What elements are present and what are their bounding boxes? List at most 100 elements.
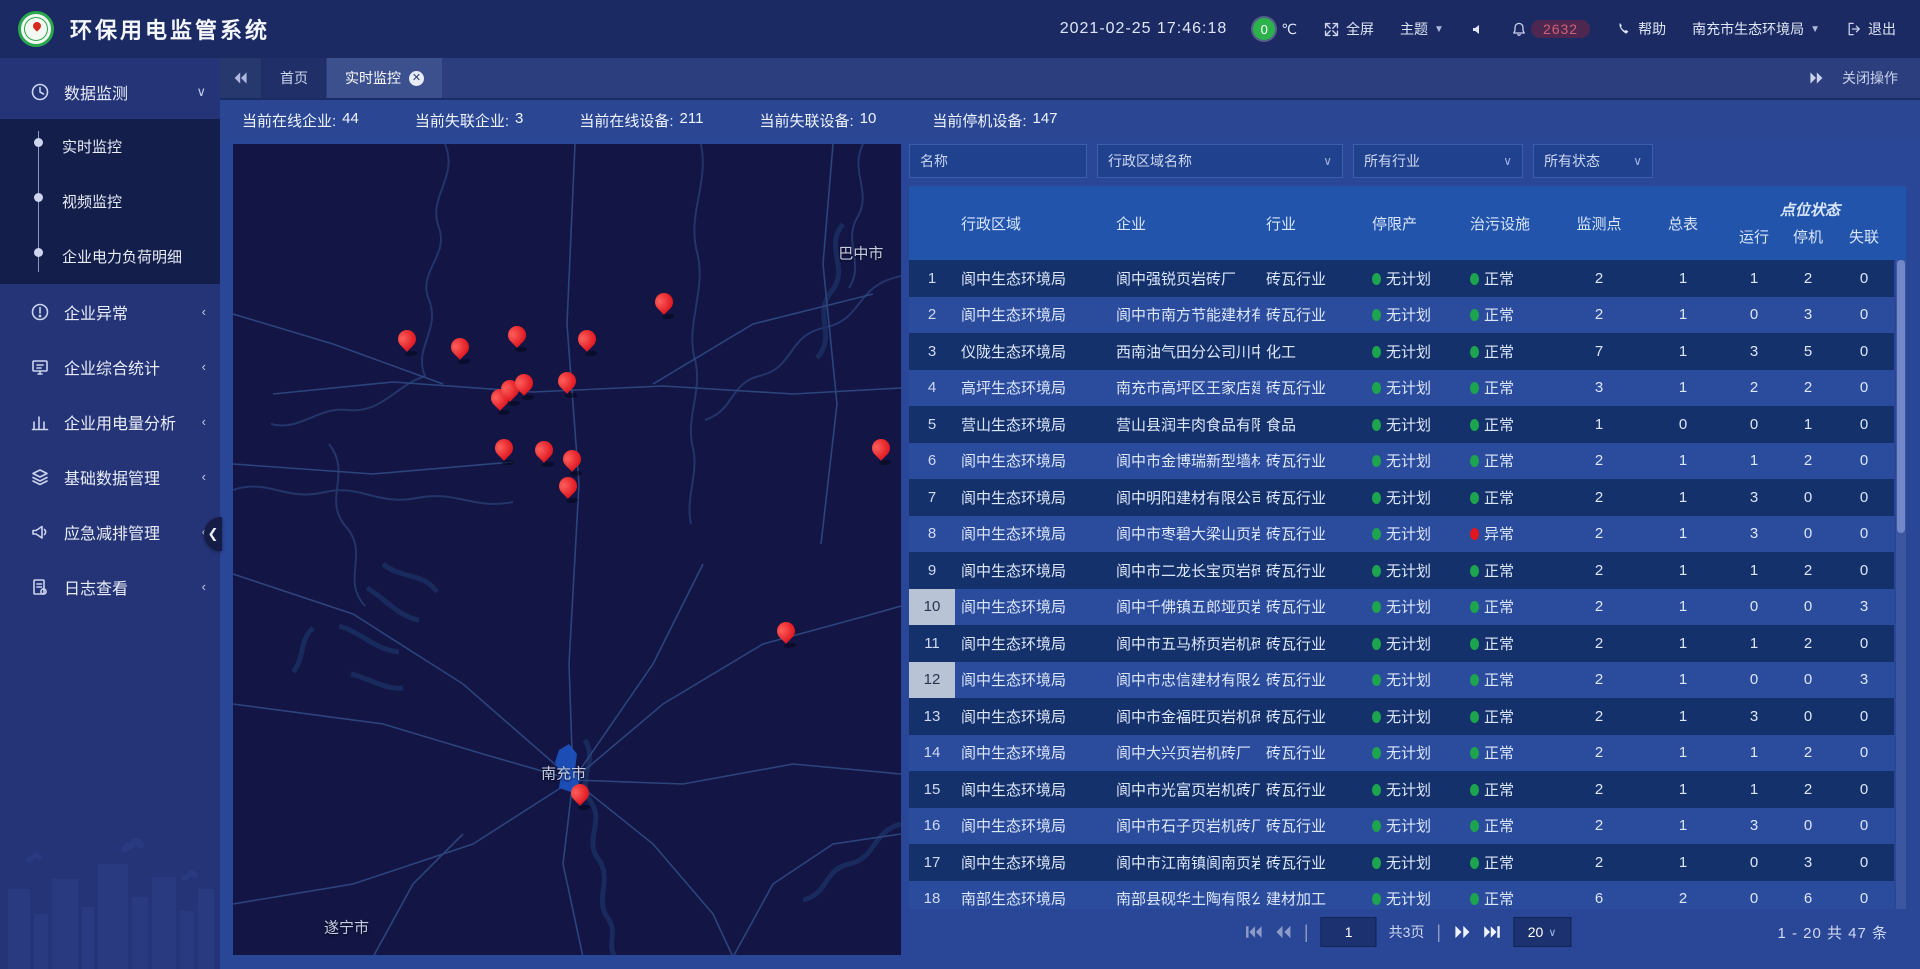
sidebar-subitem[interactable]: 企业电力负荷明细 — [0, 229, 220, 284]
table-row[interactable]: 8 阆中生态环境局 阆中市枣碧大梁山页岩 砖瓦行业 无计划 异常 2 1 3 0… — [909, 516, 1894, 553]
cell-lost-count: 0 — [1834, 708, 1894, 725]
tab-home[interactable]: 首页 — [262, 58, 327, 98]
cell-meter-count: 1 — [1640, 744, 1726, 761]
sidebar-section[interactable]: 数据监测 ∨ — [0, 64, 220, 119]
page-size-select[interactable]: 20∨ — [1513, 917, 1571, 947]
map-pin[interactable] — [533, 440, 555, 468]
map-pin[interactable] — [513, 373, 535, 401]
cell-meter-count: 1 — [1640, 817, 1726, 834]
table-row[interactable]: 10 阆中生态环境局 阆中千佛镇五郎垭页岩 砖瓦行业 无计划 正常 2 1 0 … — [909, 589, 1894, 626]
table-row[interactable]: 17 阆中生态环境局 阆中市江南镇阆南页岩 砖瓦行业 无计划 正常 2 1 0 … — [909, 844, 1894, 881]
org-dropdown[interactable]: 南充市生态环境局▼ — [1692, 19, 1820, 39]
table-row[interactable]: 16 阆中生态环境局 阆中市石子页岩机砖厂 砖瓦行业 无计划 正常 2 1 3 … — [909, 808, 1894, 845]
page-number-input[interactable] — [1321, 917, 1377, 947]
facility-status-dot — [1470, 565, 1479, 577]
map-pin[interactable] — [493, 438, 515, 466]
last-page-button[interactable] — [1483, 925, 1501, 939]
table-row[interactable]: 13 阆中生态环境局 阆中市金福旺页岩机砖 砖瓦行业 无计划 正常 2 1 3 … — [909, 698, 1894, 735]
table-row[interactable]: 12 阆中生态环境局 阆中市忠信建材有限公 砖瓦行业 无计划 正常 2 1 0 … — [909, 662, 1894, 699]
map-pin[interactable] — [561, 449, 583, 477]
status-select[interactable]: 所有状态∨ — [1533, 144, 1653, 178]
map-pin[interactable] — [576, 329, 598, 357]
cell-industry: 化工 — [1260, 341, 1366, 362]
name-search-input[interactable] — [909, 144, 1087, 178]
map-pin[interactable] — [653, 292, 675, 320]
industry-select[interactable]: 所有行业∨ — [1353, 144, 1523, 178]
prev-page-button[interactable] — [1274, 925, 1292, 939]
sidebar-section[interactable]: 企业异常 ‹ — [0, 284, 220, 339]
name-search-field[interactable] — [920, 153, 1076, 169]
stat-value: 147 — [1033, 110, 1058, 131]
cell-company: 南充市高坪区王家店建 — [1110, 377, 1260, 398]
cell-lost-count: 0 — [1834, 306, 1894, 323]
column-header-limit: 停限产 — [1366, 213, 1464, 234]
table-row[interactable]: 15 阆中生态环境局 阆中市光富页岩机砖厂 砖瓦行业 无计划 正常 2 1 1 … — [909, 771, 1894, 808]
limit-status-dot — [1372, 820, 1381, 832]
map-pin[interactable] — [396, 329, 418, 357]
table-row[interactable]: 2 阆中生态环境局 阆中市南方节能建材有 砖瓦行业 无计划 正常 2 1 0 3… — [909, 297, 1894, 334]
logout-button[interactable]: 退出 — [1846, 19, 1896, 39]
sidebar-section[interactable]: 应急减排管理 ‹ — [0, 504, 220, 559]
theme-dropdown[interactable]: 主题▼ — [1400, 19, 1444, 39]
tab-close-icon[interactable]: ✕ — [409, 71, 424, 86]
cell-meter-count: 1 — [1640, 635, 1726, 652]
table-row[interactable]: 7 阆中生态环境局 阆中明阳建材有限公司 砖瓦行业 无计划 正常 2 1 3 0… — [909, 479, 1894, 516]
fullscreen-button[interactable]: 全屏 — [1323, 19, 1374, 39]
cell-industry: 建材加工 — [1260, 888, 1366, 909]
notification-button[interactable]: 2632 — [1511, 20, 1590, 38]
cell-stopped-count: 3 — [1782, 854, 1834, 871]
close-operations-dropdown[interactable]: 关闭操作 — [1842, 68, 1898, 88]
facility-status-dot — [1470, 309, 1479, 321]
map-canvas[interactable]: 巴中市南充市遂宁市 — [233, 144, 901, 955]
cell-lost-count: 0 — [1834, 781, 1894, 798]
facility-status-dot — [1470, 528, 1479, 540]
sidebar-section[interactable]: 企业用电量分析 ‹ — [0, 394, 220, 449]
first-page-button[interactable] — [1244, 925, 1262, 939]
map-pin[interactable] — [569, 783, 591, 811]
tab-realtime-monitor[interactable]: 实时监控 ✕ — [327, 58, 442, 98]
cell-industry: 砖瓦行业 — [1260, 669, 1366, 690]
pagination-bar: | 共3页 | 20∨ — [909, 909, 1906, 955]
scrollbar-thumb[interactable] — [1897, 260, 1905, 533]
next-page-button[interactable] — [1453, 925, 1471, 939]
map-pin[interactable] — [870, 438, 892, 466]
sidebar-subitem[interactable]: 实时监控 — [0, 119, 220, 174]
table-row[interactable]: 6 阆中生态环境局 阆中市金博瑞新型墙材 砖瓦行业 无计划 正常 2 1 1 2… — [909, 443, 1894, 480]
cell-facility: 正常 — [1464, 487, 1558, 508]
facility-status-dot — [1470, 857, 1479, 869]
map-pin[interactable] — [449, 337, 471, 365]
table-row[interactable]: 1 阆中生态环境局 阆中强锐页岩砖厂 砖瓦行业 无计划 正常 2 1 1 2 0 — [909, 260, 1894, 297]
double-chevron-right-icon[interactable] — [1808, 71, 1824, 85]
double-chevron-left-icon — [233, 71, 249, 85]
table-row[interactable]: 9 阆中生态环境局 阆中市二龙长宝页岩砖 砖瓦行业 无计划 正常 2 1 1 2… — [909, 552, 1894, 589]
map-pin[interactable] — [506, 325, 528, 353]
cell-meter-count: 1 — [1640, 306, 1726, 323]
sidebar-section[interactable]: 日志查看 ‹ — [0, 559, 220, 614]
sidebar-subitem[interactable]: 视频监控 — [0, 174, 220, 229]
map-pin[interactable] — [556, 371, 578, 399]
table-row[interactable]: 14 阆中生态环境局 阆中大兴页岩机砖厂 砖瓦行业 无计划 正常 2 1 1 2… — [909, 735, 1894, 772]
help-button[interactable]: 帮助 — [1616, 19, 1666, 39]
sidebar-section[interactable]: 企业综合统计 ‹ — [0, 339, 220, 394]
cell-running-count: 3 — [1726, 489, 1782, 506]
table-row[interactable]: 4 高坪生态环境局 南充市高坪区王家店建 砖瓦行业 无计划 正常 3 1 2 2… — [909, 370, 1894, 407]
table-row[interactable]: 11 阆中生态环境局 阆中市五马桥页岩机砖 砖瓦行业 无计划 正常 2 1 1 … — [909, 625, 1894, 662]
table-row[interactable]: 5 营山生态环境局 营山县润丰肉食品有限 食品 无计划 正常 1 0 0 1 0 — [909, 406, 1894, 443]
stats-icon — [30, 357, 50, 377]
map-pin[interactable] — [775, 621, 797, 649]
region-select[interactable]: 行政区域名称∨ — [1097, 144, 1343, 178]
cell-limit: 无计划 — [1366, 487, 1464, 508]
tabs-scroll-left-button[interactable] — [220, 58, 262, 98]
sidebar-section[interactable]: 基础数据管理 ‹ — [0, 449, 220, 504]
cell-running-count: 2 — [1726, 379, 1782, 396]
map-pin[interactable] — [557, 476, 579, 504]
cell-industry: 食品 — [1260, 414, 1366, 435]
cell-company: 阆中市二龙长宝页岩砖 — [1110, 560, 1260, 581]
sound-button[interactable] — [1470, 22, 1485, 37]
column-header-lost: 失联 — [1834, 226, 1894, 257]
cell-lost-count: 0 — [1834, 817, 1894, 834]
vertical-scrollbar[interactable] — [1896, 260, 1906, 909]
table-row[interactable]: 3 仪陇生态环境局 西南油气田分公司川中 化工 无计划 正常 7 1 3 5 0 — [909, 333, 1894, 370]
table-row[interactable]: 18 南部生态环境局 南部县砚华土陶有限公 建材加工 无计划 正常 6 2 0 … — [909, 881, 1894, 910]
column-header-region: 行政区域 — [955, 213, 1110, 234]
